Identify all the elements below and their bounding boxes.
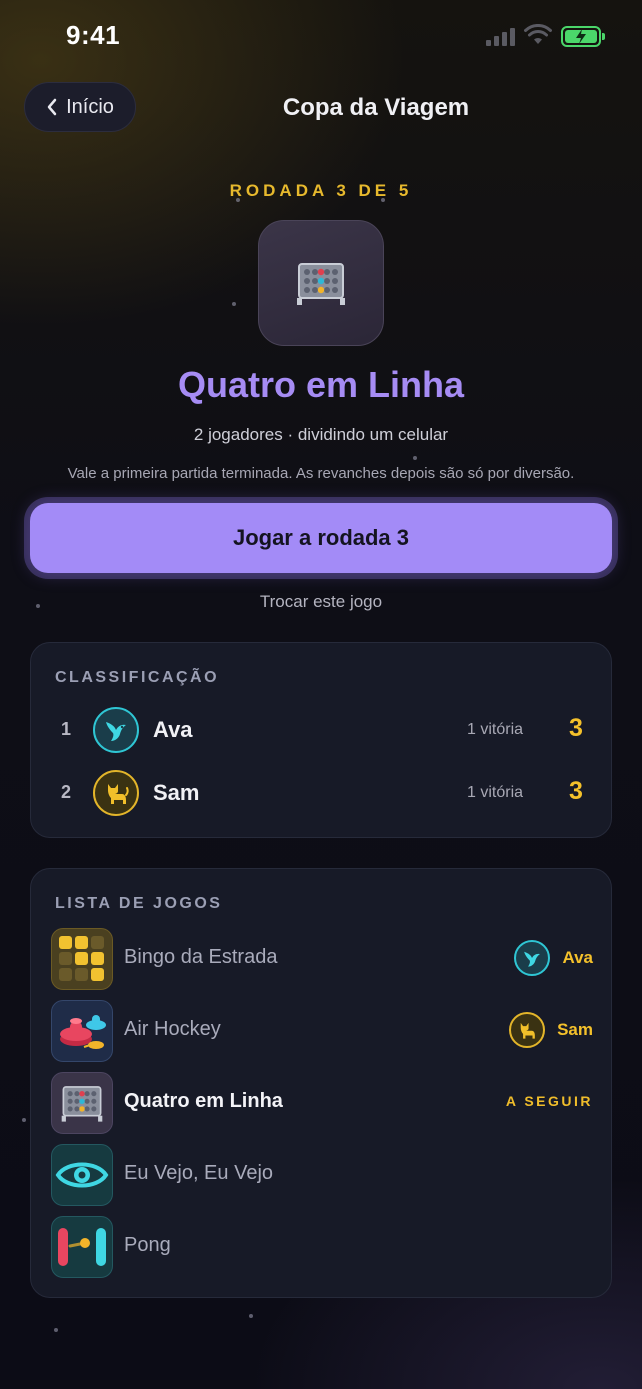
play-round-button[interactable]: Jogar a rodada 3 (30, 503, 612, 573)
eye-icon (51, 1144, 113, 1206)
bingo-grid-icon (51, 928, 113, 990)
pong-icon (51, 1216, 113, 1278)
game-name: Pong (124, 1234, 171, 1256)
rank-number: 2 (61, 782, 72, 802)
player-name: Ava (153, 717, 193, 742)
game-name: Quatro em Linha (124, 1090, 283, 1112)
game-subtitle: 2 jogadores · dividindo um celular (193, 425, 449, 444)
wifi-icon (524, 24, 552, 44)
wins-count: 1 vitória (467, 784, 524, 801)
game-note: Vale a primeira partida terminada. As re… (67, 465, 575, 482)
next-badge: A SEGUIR (505, 1093, 593, 1109)
round-label: RODADA 3 DE 5 (229, 181, 413, 200)
game-list-card: LISTA DE JOGOS Bingo da Estrada Ava Air … (30, 868, 612, 1298)
game-winner: Sam (509, 1012, 593, 1048)
wins-count: 1 vitória (467, 721, 524, 738)
standing-row: 1 Ava 1 vitória 3 (31, 705, 613, 755)
hummingbird-icon (106, 722, 126, 741)
status-time: 9:41 (66, 20, 121, 50)
cat-icon (108, 784, 129, 804)
page-title: Copa da Viagem (282, 94, 470, 121)
avatar (514, 940, 551, 976)
game-name: Eu Vejo, Eu Vejo (124, 1162, 274, 1184)
hummingbird-icon (524, 951, 541, 967)
score: 3 (569, 777, 583, 805)
player-name: Sam (153, 780, 200, 805)
avatar (93, 707, 139, 753)
game-name: Air Hockey (124, 1018, 221, 1040)
standing-row: 2 Sam 1 vitória 3 (31, 768, 613, 818)
winner-name: Ava (562, 948, 593, 967)
game-list-title: LISTA DE JOGOS (55, 895, 223, 912)
winner-name: Sam (557, 1020, 593, 1039)
list-item[interactable]: Eu Vejo, Eu Vejo (51, 1144, 593, 1206)
list-item[interactable]: Pong (51, 1216, 593, 1278)
standings-card: CLASSIFICAÇÃO 1 Ava 1 vitória 3 2 Sam 1 … (30, 642, 612, 838)
game-name: Bingo da Estrada (124, 946, 278, 968)
connect-four-icon (51, 1072, 113, 1134)
connect-four-icon (297, 263, 345, 305)
game-winner: Ava (514, 940, 593, 976)
game-title: Quatro em Linha (177, 364, 465, 405)
score: 3 (569, 714, 583, 742)
air-hockey-icon (51, 1000, 113, 1062)
status-bar: 9:41 (0, 0, 642, 72)
rank-number: 1 (61, 719, 72, 739)
list-item[interactable]: Air Hockey Sam (51, 1000, 593, 1062)
list-item[interactable]: Bingo da Estrada Ava (51, 928, 593, 990)
avatar (93, 770, 139, 816)
swap-game-link[interactable]: Trocar este jogo (0, 592, 642, 612)
standings-title: CLASSIFICAÇÃO (55, 669, 220, 686)
cat-icon (520, 1022, 535, 1039)
list-item[interactable]: Quatro em Linha A SEGUIR (51, 1072, 593, 1134)
battery-charging-icon (561, 26, 605, 47)
avatar (509, 1012, 546, 1048)
current-game-tile (258, 220, 384, 346)
cellular-signal-icon (486, 28, 515, 46)
